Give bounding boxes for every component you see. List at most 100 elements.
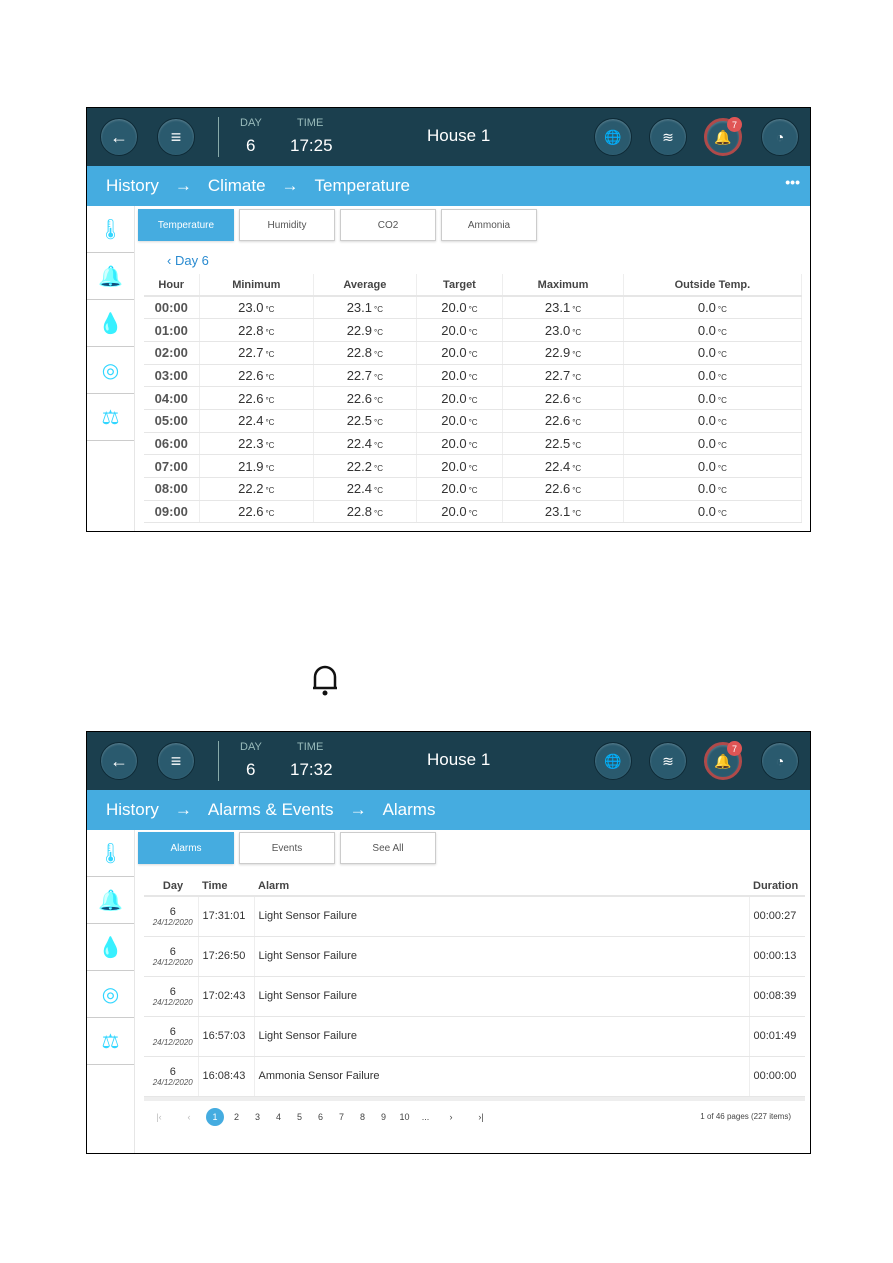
table-cell: 02:00 — [144, 341, 200, 365]
more-options-button[interactable]: ••• — [785, 174, 800, 190]
sidebar-item-scale[interactable]: ⚖ — [87, 1018, 134, 1065]
table-cell: 22.6 °C — [502, 386, 624, 410]
alarm-button[interactable]: 🔔 7 — [704, 117, 742, 156]
table-row[interactable]: 6 24/12/2020 17:26:50 Light Sensor Failure 0… — [144, 936, 805, 977]
unit-label: °C — [717, 305, 727, 315]
page-button[interactable]: 10 — [394, 1112, 415, 1122]
tab-co2[interactable]: CO2 — [340, 209, 436, 241]
table-cell: 20.0 °C — [416, 432, 504, 456]
sidebar-item-alarms[interactable]: 🔔 — [87, 877, 134, 924]
tab-alarms[interactable]: Alarms — [138, 832, 234, 864]
table-cell: 22.4 °C — [199, 409, 315, 433]
breadcrumb-item[interactable]: History — [106, 800, 159, 820]
sidebar-item-alarms[interactable]: 🔔 — [87, 253, 134, 300]
unit-label: °C — [468, 440, 478, 450]
table-row: 02:00 22.7 °C 22.8 °C 20.0 °C 22.9 °C 0.0 °C — [144, 341, 803, 365]
back-button[interactable]: ← — [100, 118, 138, 156]
date-value: 24/12/2020 — [152, 917, 193, 927]
page-button[interactable]: 1 — [206, 1107, 224, 1126]
menu-button[interactable]: ≡ — [157, 742, 195, 780]
unit-label: °C — [265, 327, 275, 337]
temperature-value: 0.0 — [697, 481, 716, 497]
prev-page-button[interactable]: ‹ — [174, 1112, 204, 1122]
tab-see-all[interactable]: See All — [340, 832, 436, 864]
temperature-value: 22.5 — [346, 413, 373, 429]
network-button[interactable]: ≋ — [649, 118, 687, 156]
bell-icon: 🔔 — [98, 265, 123, 288]
table-row[interactable]: 6 24/12/2020 16:08:43 Ammonia Sensor Failur… — [144, 1056, 805, 1097]
page-button[interactable]: 9 — [373, 1112, 394, 1122]
temperature-value: 21.9 — [238, 458, 264, 474]
unit-label: °C — [717, 327, 727, 337]
time-cell: 16:57:03 — [198, 1016, 255, 1057]
table-row: 01:00 22.8 °C 22.9 °C 20.0 °C 23.0 °C 0.0 °C — [144, 318, 803, 342]
day-value: 6 — [246, 760, 256, 779]
table-row[interactable]: 6 24/12/2020 17:31:01 Light Sensor Failure 0… — [144, 896, 805, 937]
table-cell: 22.7 °C — [313, 364, 417, 388]
table-row[interactable]: 6 24/12/2020 17:02:43 Light Sensor Failure 0… — [144, 976, 805, 1017]
dashboard-icon: ◔ — [775, 129, 785, 145]
language-button[interactable]: 🌐 — [594, 742, 632, 780]
menu-button[interactable]: ≡ — [157, 118, 195, 156]
next-page-button[interactable]: › — [436, 1112, 466, 1122]
table-cell: 22.6 °C — [502, 409, 624, 433]
sidebar-item-climate[interactable]: 🌡 — [87, 206, 134, 253]
temperature-value: 22.9 — [544, 345, 571, 361]
unit-label: °C — [468, 327, 478, 337]
breadcrumb-item[interactable]: Alarms & Events — [208, 800, 334, 820]
page-button[interactable]: ... — [415, 1112, 436, 1122]
back-button[interactable]: ← — [100, 742, 138, 780]
tab-ammonia[interactable]: Ammonia — [441, 209, 537, 241]
alarm-button[interactable]: 🔔 7 — [704, 741, 742, 780]
page-button[interactable]: 5 — [289, 1112, 310, 1122]
back-icon: ← — [110, 750, 128, 771]
day-navigator[interactable]: ‹ Day 6 — [167, 253, 209, 268]
sidebar-item-water[interactable]: 💧 — [87, 300, 134, 347]
unit-label: °C — [572, 486, 582, 496]
divider — [218, 741, 219, 781]
page-button[interactable]: 4 — [268, 1112, 289, 1122]
unit-label: °C — [468, 418, 478, 428]
table-cell: 20.0 °C — [416, 296, 504, 320]
breadcrumb-item[interactable]: Temperature — [315, 176, 410, 196]
language-button[interactable]: 🌐 — [594, 118, 632, 156]
duration-cell: 00:00:27 — [749, 896, 805, 937]
tab-humidity[interactable]: Humidity — [239, 209, 335, 241]
alarm-count-badge: 7 — [727, 741, 742, 756]
tab-temperature[interactable]: Temperature — [138, 209, 234, 241]
breadcrumb-item[interactable]: Climate — [208, 176, 266, 196]
sidebar-item-climate[interactable]: 🌡 — [87, 830, 134, 877]
sidebar-item-feed[interactable]: ◎ — [87, 347, 134, 394]
sidebar-item-feed[interactable]: ◎ — [87, 971, 134, 1018]
temperature-value: 22.6 — [238, 390, 264, 406]
sidebar-item-water[interactable]: 💧 — [87, 924, 134, 971]
table-cell: 03:00 — [144, 364, 200, 388]
temperature-value: 22.4 — [238, 413, 264, 429]
temperature-value: 20.0 — [441, 435, 467, 451]
chevron-left-icon[interactable]: ‹ — [167, 253, 175, 268]
alarm-cell: Light Sensor Failure — [254, 1016, 750, 1057]
tab-events[interactable]: Events — [239, 832, 335, 864]
table-row[interactable]: 6 24/12/2020 16:57:03 Light Sensor Failure 0… — [144, 1016, 805, 1057]
unit-label: °C — [717, 418, 727, 428]
page-button[interactable]: 7 — [331, 1112, 352, 1122]
page-button[interactable]: 6 — [310, 1112, 331, 1122]
sidebar-item-scale[interactable]: ⚖ — [87, 394, 134, 441]
top-bar: ← ≡ DAY 6 TIME 17:25 House 1 🌐 ≋ 🔔 7 ◔ — [87, 108, 810, 166]
table-cell: 08:00 — [144, 477, 200, 501]
dashboard-button[interactable]: ◔ — [761, 742, 799, 780]
table-row: 07:00 21.9 °C 22.2 °C 20.0 °C 22.4 °C 0.0 °C — [144, 454, 803, 478]
page-button[interactable]: 8 — [352, 1112, 373, 1122]
last-page-button[interactable]: ›| — [466, 1112, 496, 1122]
table-cell: 23.1 °C — [502, 500, 624, 524]
page-button[interactable]: 2 — [226, 1112, 247, 1122]
page-button[interactable]: 3 — [247, 1112, 268, 1122]
dashboard-button[interactable]: ◔ — [761, 118, 799, 156]
network-button[interactable]: ≋ — [649, 742, 687, 780]
breadcrumb-item[interactable]: Alarms — [383, 800, 436, 820]
column-header: Minimum — [199, 274, 315, 297]
first-page-button[interactable]: |‹ — [144, 1112, 174, 1122]
table-cell: 23.1 °C — [313, 296, 417, 320]
table-cell: 22.6 °C — [199, 500, 315, 524]
breadcrumb-item[interactable]: History — [106, 176, 159, 196]
